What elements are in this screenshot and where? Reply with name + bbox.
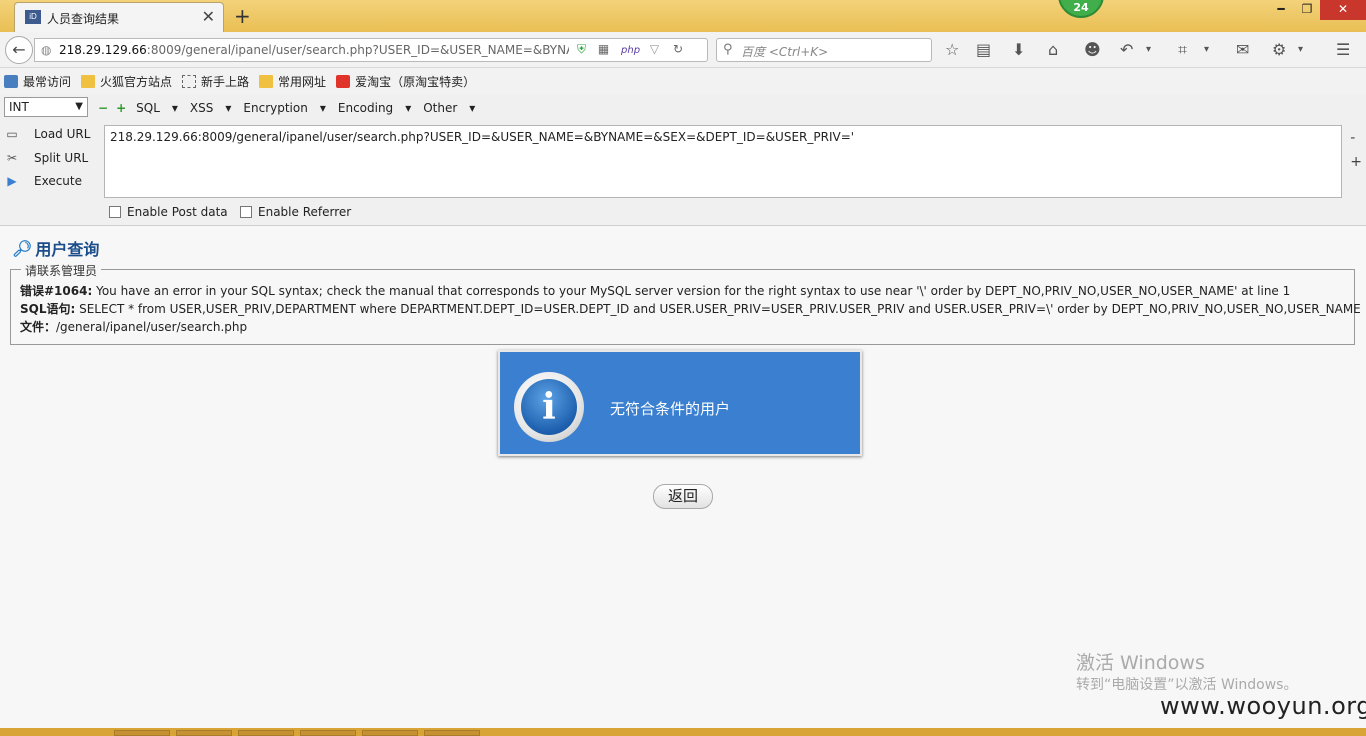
back-return-button[interactable]: 返回 — [653, 484, 713, 509]
message-text: 无符合条件的用户 — [610, 400, 731, 418]
close-tab-icon[interactable]: ✕ — [202, 7, 215, 26]
close-window-icon[interactable]: ✕ — [1320, 0, 1366, 20]
error-message: 错误#1064: You have an error in your SQL s… — [20, 284, 1291, 298]
message-icon[interactable]: ✉ — [1236, 40, 1249, 59]
error-fieldset: 请联系管理员 错误#1064: You have an error in you… — [10, 262, 1361, 345]
tools-dropdown-icon[interactable]: ▾ — [1298, 44, 1303, 55]
menu-xss[interactable]: XSS ▾ — [190, 101, 232, 115]
search-box[interactable]: ⚲ 百度 <Ctrl+K> — [716, 38, 932, 62]
reading-list-icon[interactable]: ▤ — [976, 40, 991, 59]
window-controls: ━ ❐ ✕ — [1268, 0, 1366, 20]
enable-referrer-checkbox[interactable]: Enable Referrer — [240, 205, 351, 219]
resize-controls: - + — [1350, 126, 1362, 174]
reload-icon[interactable]: ↻ — [673, 42, 683, 56]
execute-button[interactable]: ▶ Execute — [4, 174, 82, 188]
address-bar[interactable]: ◍ 218.29.129.66:8009/general/ipanel/user… — [34, 38, 708, 62]
menu-sql[interactable]: SQL ▾ — [136, 101, 178, 115]
bookmark-item[interactable]: 常用网址 — [259, 73, 326, 90]
php-label[interactable]: php — [621, 45, 640, 56]
shield-icon[interactable]: ⛨ — [577, 42, 586, 56]
folder-icon — [259, 74, 274, 88]
menu-encoding[interactable]: Encoding ▾ — [338, 101, 411, 115]
search-placeholder: 百度 <Ctrl+K> — [741, 45, 829, 59]
download-icon[interactable]: ⬇ — [1012, 40, 1025, 59]
magnifier-icon: 🔎︎ — [12, 238, 33, 258]
site-watermark: www.wooyun.org — [1160, 692, 1366, 720]
restore-icon[interactable]: ❐ — [1294, 0, 1320, 20]
enable-post-checkbox[interactable]: Enable Post data — [109, 205, 228, 219]
menu-icon[interactable]: ☰ — [1336, 40, 1350, 59]
bookmark-item[interactable]: 最常访问 — [4, 73, 71, 90]
load-url-icon: ▭ — [6, 127, 18, 141]
split-url-button[interactable]: ✂ Split URL — [4, 151, 88, 165]
new-tab-button[interactable]: + — [234, 4, 251, 28]
bookmark-item[interactable]: 爱淘宝（原淘宝特卖） — [336, 73, 475, 90]
notification-badge[interactable]: 24 — [1058, 0, 1104, 18]
hackbar-menu: − + SQL ▾ XSS ▾ Encryption ▾ Encoding ▾ Othe… — [98, 101, 487, 115]
globe-icon: ◍ — [41, 43, 52, 57]
menu-other[interactable]: Other ▾ — [423, 101, 475, 115]
taskbar-item[interactable] — [362, 730, 418, 736]
play-icon: ▶ — [7, 174, 17, 188]
menu-encryption[interactable]: Encryption ▾ — [243, 101, 325, 115]
message-box: i 无符合条件的用户 — [498, 350, 862, 456]
address-url[interactable]: 218.29.129.66:8009/general/ipanel/user/s… — [59, 43, 569, 57]
activate-windows-hint: 转到“电脑设置”以激活 Windows。 — [1076, 677, 1298, 693]
tab-favicon-icon: iD — [25, 10, 41, 24]
taskbar-item[interactable] — [238, 730, 294, 736]
page-icon — [182, 74, 197, 88]
bookmark-item[interactable]: 新手上路 — [182, 73, 249, 90]
checkbox-box[interactable] — [109, 206, 121, 218]
minimize-icon[interactable]: ━ — [1268, 0, 1294, 20]
title-bar: iD 人员查询结果 ✕ + 24 ━ ❐ ✕ — [0, 0, 1366, 32]
dropdown-arrow-icon[interactable]: ▽ — [650, 42, 659, 56]
type-select[interactable]: INT ▼ — [4, 97, 88, 117]
undo-dropdown-icon[interactable]: ▾ — [1146, 44, 1151, 55]
chevron-down-icon: ▼ — [75, 101, 83, 112]
undo-icon[interactable]: ↶ — [1120, 40, 1133, 59]
taskbar-item[interactable] — [114, 730, 170, 736]
taskbar — [0, 728, 1366, 736]
page-content: 🔎︎ 用户查询 请联系管理员 错误#1064: You have an erro… — [0, 226, 1366, 728]
tools-icon[interactable]: ⚙ — [1272, 40, 1286, 59]
load-url-button[interactable]: ▭ Load URL — [4, 127, 90, 141]
taskbar-item[interactable] — [176, 730, 232, 736]
page-title: 🔎︎ 用户查询 — [12, 238, 100, 260]
home-icon[interactable]: ⌂ — [1048, 40, 1058, 59]
tab-title: 人员查询结果 — [47, 12, 120, 26]
url-textarea[interactable]: 218.29.129.66:8009/general/ipanel/user/s… — [104, 125, 1342, 198]
expand-icon[interactable]: + — [1350, 150, 1362, 174]
chat-icon[interactable]: ☻ — [1084, 40, 1101, 59]
taskbar-item[interactable] — [300, 730, 356, 736]
taobao-icon — [336, 74, 351, 88]
gear-icon — [4, 74, 18, 88]
tab-active[interactable]: iD 人员查询结果 ✕ — [14, 2, 224, 32]
plus-icon[interactable]: + — [116, 101, 126, 115]
activate-windows-title: 激活 Windows — [1076, 652, 1205, 674]
address-bar-icons: ⛨ ▦ php ▽ ↻ — [577, 42, 683, 57]
hackbar-panel: INT ▼ − + SQL ▾ XSS ▾ Encryption ▾ Encoding… — [0, 94, 1366, 226]
info-icon: i — [514, 372, 584, 442]
sql-statement: SQL语句: SELECT * from USER,USER_PRIV,DEPA… — [20, 302, 1361, 316]
folder-icon — [81, 74, 96, 88]
checkbox-box[interactable] — [240, 206, 252, 218]
search-icon: ⚲ — [723, 42, 733, 57]
qr-code-icon[interactable]: ▦ — [598, 42, 609, 56]
scissors-icon: ✂ — [6, 151, 18, 165]
crop-dropdown-icon[interactable]: ▾ — [1204, 44, 1209, 55]
back-button[interactable]: ← — [5, 36, 33, 64]
file-path: 文件：/general/ipanel/user/search.php — [20, 320, 248, 334]
minus-icon[interactable]: − — [98, 101, 108, 115]
shrink-icon[interactable]: - — [1350, 126, 1362, 150]
bookmark-star-icon[interactable]: ☆ — [945, 40, 959, 59]
crop-icon[interactable]: ⌗ — [1178, 40, 1187, 60]
navigation-bar: ← ◍ 218.29.129.66:8009/general/ipanel/us… — [0, 32, 1366, 68]
bookmarks-bar: 最常访问 火狐官方站点 新手上路 常用网址 爱淘宝（原淘宝特卖） — [0, 68, 1366, 94]
taskbar-item[interactable] — [424, 730, 480, 736]
error-legend: 请联系管理员 — [21, 262, 102, 279]
bookmark-item[interactable]: 火狐官方站点 — [81, 73, 172, 90]
